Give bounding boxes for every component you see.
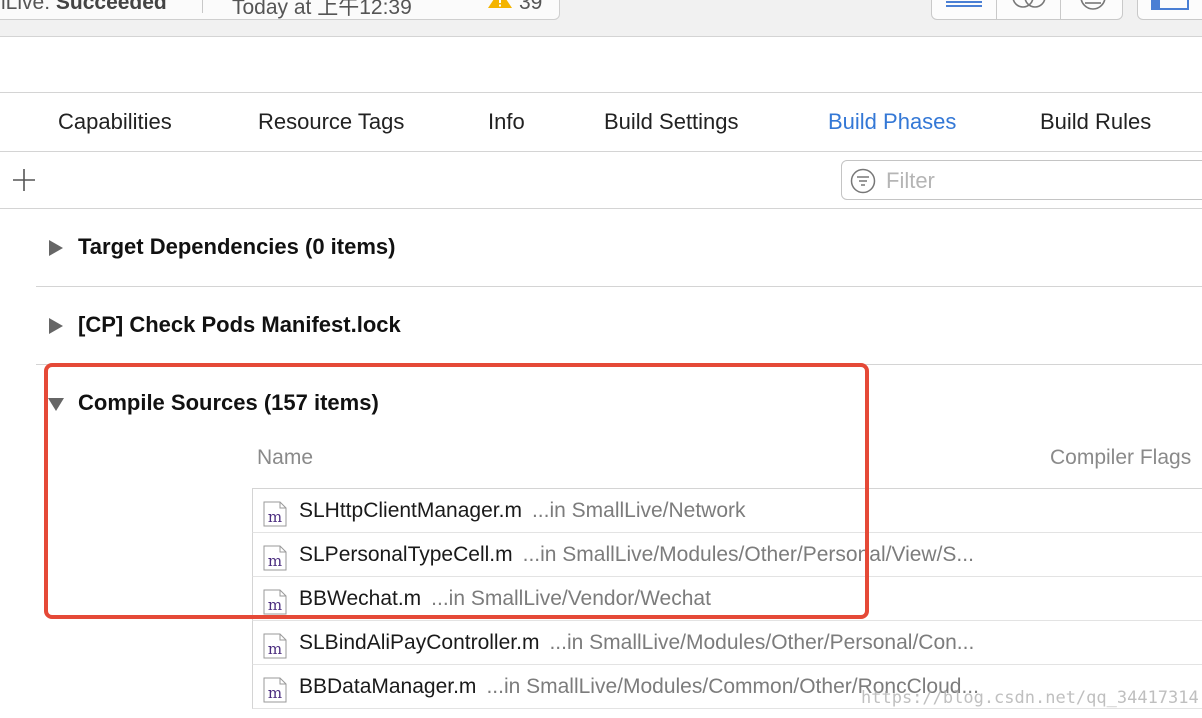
svg-text:m: m (268, 596, 282, 614)
tab-build-phases[interactable]: Build Phases (828, 109, 956, 135)
version-editor-button[interactable] (1060, 0, 1125, 19)
filter-input[interactable] (884, 165, 1202, 197)
column-header-name[interactable]: Name (257, 446, 313, 470)
table-row[interactable]: m SLBindAliPayController.m ...in SmallLiv… (252, 621, 1202, 665)
objc-source-file-icon: m (263, 589, 287, 615)
file-path: ...in SmallLive/Vendor/Wechat (431, 587, 711, 610)
svg-text:m: m (268, 552, 282, 570)
activity-status: lLive: Succeeded (1, 0, 167, 15)
filter-icon (850, 168, 876, 194)
file-name: SLBindAliPayController.m (299, 631, 540, 654)
file-path: ...in SmallLive/Modules/Other/Personal/V… (522, 543, 974, 566)
activity-separator (202, 0, 203, 13)
tab-resource-tags[interactable]: Resource Tags (258, 109, 404, 135)
scheme-label: lLive: (1, 0, 51, 14)
table-row[interactable]: m SLPersonalTypeCell.m ...in SmallLive/Mo… (252, 533, 1202, 577)
disclosure-triangle-down-icon[interactable] (48, 396, 64, 412)
disclosure-triangle-right-icon[interactable] (48, 240, 64, 256)
table-row[interactable]: m SLHttpClientManager.m ...in SmallLive/N… (252, 489, 1202, 533)
navigator-panel-icon (1151, 0, 1189, 10)
phase-title: Compile Sources (157 items) (78, 390, 379, 415)
table-row[interactable]: m BBWechat.m ...in SmallLive/Vendor/Wecha… (252, 577, 1202, 621)
panel-toggle-button[interactable] (1137, 0, 1202, 20)
objc-source-file-icon: m (263, 633, 287, 659)
file-path: ...in SmallLive/Modules/Common/Other/Ron… (486, 675, 979, 698)
phase-check-pods-manifest[interactable]: [CP] Check Pods Manifest.lock (0, 306, 1202, 346)
objc-source-file-icon: m (263, 501, 287, 527)
version-editor-icon (1080, 0, 1106, 10)
warning-count[interactable]: 39 (519, 0, 542, 15)
tab-info[interactable]: Info (488, 109, 525, 135)
toolbar: lLive: Succeeded Today at 上午12:39 39 (0, 0, 1202, 37)
phase-title: Target Dependencies (0 items) (78, 234, 396, 259)
filter-bar (0, 152, 1202, 209)
assistant-editor-button[interactable] (996, 0, 1061, 19)
objc-source-file-icon: m (263, 677, 287, 703)
build-time-label: Today at 上午12:39 (232, 0, 412, 19)
svg-text:m: m (268, 640, 282, 658)
phase-compile-sources[interactable]: Compile Sources (157 items) (0, 384, 1202, 424)
phase-title: [CP] Check Pods Manifest.lock (78, 312, 401, 337)
compile-sources-list: m SLHttpClientManager.m ...in SmallLive/N… (252, 489, 1202, 709)
tab-build-rules[interactable]: Build Rules (1040, 109, 1151, 135)
standard-editor-icon (946, 1, 982, 7)
file-entry: BBDataManager.m ...in SmallLive/Modules/C… (299, 675, 1039, 699)
tab-capabilities[interactable]: Capabilities (58, 109, 172, 135)
disclosure-triangle-right-icon[interactable] (48, 318, 64, 334)
file-entry: SLBindAliPayController.m ...in SmallLive/… (299, 631, 1039, 655)
file-name: SLPersonalTypeCell.m (299, 543, 513, 566)
warning-icon[interactable] (487, 0, 513, 9)
file-path: ...in SmallLive/Network (531, 499, 746, 522)
svg-text:m: m (268, 684, 282, 702)
file-entry: SLHttpClientManager.m ...in SmallLive/Net… (299, 499, 1039, 523)
phase-divider (36, 286, 1202, 287)
assistant-editor-icon (1012, 0, 1046, 8)
file-path: ...in SmallLive/Modules/Other/Personal/C… (549, 631, 975, 654)
tab-build-settings[interactable]: Build Settings (604, 109, 739, 135)
file-entry: SLPersonalTypeCell.m ...in SmallLive/Modu… (299, 543, 1039, 567)
column-header-compiler-flags[interactable]: Compiler Flags (1050, 446, 1191, 470)
file-name: SLHttpClientManager.m (299, 499, 522, 522)
objc-source-file-icon: m (263, 545, 287, 571)
filter-field[interactable] (841, 160, 1202, 200)
file-name: BBWechat.m (299, 587, 422, 610)
build-state-label: Succeeded (55, 0, 167, 14)
add-build-phase-icon[interactable] (12, 168, 36, 192)
table-row[interactable]: m BBDataManager.m ...in SmallLive/Modules… (252, 665, 1202, 709)
editor-jump-bar-area (0, 37, 1202, 93)
phase-divider (36, 364, 1202, 365)
svg-text:m: m (268, 508, 282, 526)
activity-view: lLive: Succeeded Today at 上午12:39 39 (0, 0, 560, 20)
phase-target-dependencies[interactable]: Target Dependencies (0 items) (0, 228, 1202, 268)
file-name: BBDataManager.m (299, 675, 477, 698)
file-entry: BBWechat.m ...in SmallLive/Vendor/Wechat (299, 587, 1039, 611)
editor-mode-control[interactable] (931, 0, 1123, 20)
standard-editor-button[interactable] (932, 0, 996, 19)
target-editor-tabs: Capabilities Resource Tags Info Build Se… (0, 93, 1202, 152)
